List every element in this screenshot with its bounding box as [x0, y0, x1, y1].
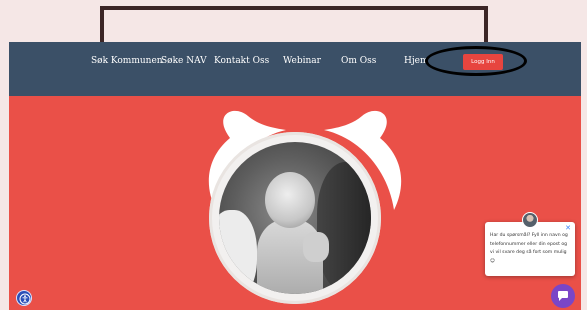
agent-avatar	[522, 212, 538, 228]
chat-bubble-icon	[558, 291, 568, 301]
accessibility-icon	[19, 293, 31, 305]
annotation-ellipse	[425, 46, 527, 76]
chat-launcher-button[interactable]	[551, 284, 575, 308]
hero-photo	[219, 142, 371, 294]
photo-child-head	[265, 172, 315, 228]
nav-item-kontakt-oss[interactable]: Kontakt Oss	[214, 56, 269, 66]
chat-popup[interactable]: ✕ Har du spørsmål? Fyll inn navn og tele…	[485, 222, 575, 276]
photo-adult-left	[219, 210, 257, 294]
photo-adult-hand	[303, 232, 329, 262]
nav-item-sok-kommunen[interactable]: Søk Kommunen	[91, 56, 163, 66]
close-icon[interactable]: ✕	[565, 224, 571, 233]
chat-popup-message: Har du spørsmål? Fyll inn navn og telefo…	[490, 233, 568, 264]
nav-item-om-oss[interactable]: Om Oss	[341, 56, 376, 66]
nav-item-webinar[interactable]: Webinar	[283, 56, 321, 66]
accessibility-button[interactable]	[16, 290, 32, 306]
hero-section	[9, 96, 581, 310]
photo-adult-right	[317, 162, 371, 292]
nav-item-soke-nav[interactable]: Søke NAV	[161, 56, 207, 66]
